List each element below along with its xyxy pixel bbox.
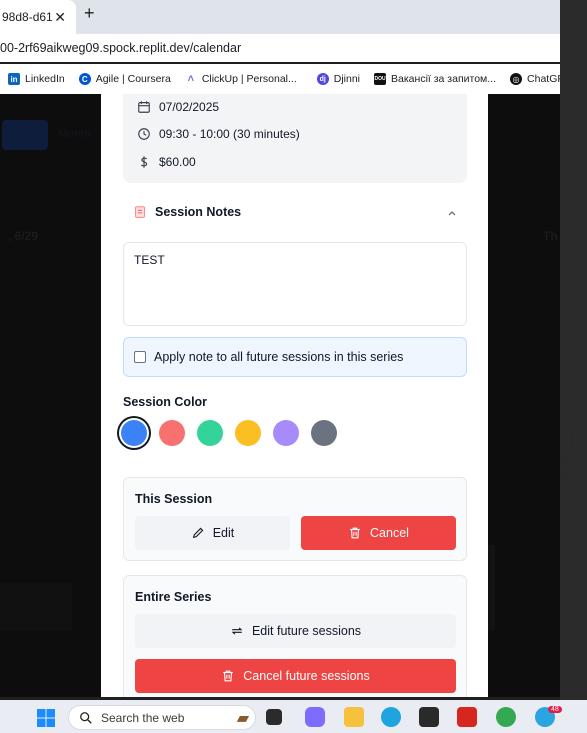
color-swatch-blue[interactable] bbox=[121, 420, 147, 446]
clickup-icon: ˄ bbox=[184, 73, 197, 85]
taskbar-search-placeholder: Search the web bbox=[101, 710, 185, 725]
background-today-button bbox=[2, 120, 48, 150]
entire-series-title: Entire Series bbox=[135, 590, 212, 604]
browser-tab-bar: 98d8-d61 ✕ + bbox=[0, 0, 587, 34]
session-details-modal: 07/02/2025 09:30 - 10:00 (30 minutes) $6… bbox=[101, 94, 488, 697]
background-block bbox=[487, 545, 495, 630]
color-swatches bbox=[121, 420, 337, 446]
color-swatch-green[interactable] bbox=[197, 420, 223, 446]
url-text: 00-2rf69aikweg09.spock.replit.dev/calend… bbox=[0, 41, 242, 55]
session-price-row: $60.00 bbox=[137, 155, 196, 169]
tab-title: 98d8-d61 bbox=[2, 10, 53, 24]
bookmark-coursera[interactable]: C Agile | Coursera bbox=[78, 73, 171, 85]
djinni-icon: dj bbox=[316, 73, 329, 85]
apply-note-label: Apply note to all future sessions in thi… bbox=[154, 350, 404, 364]
edit-session-button[interactable]: Edit bbox=[135, 516, 290, 550]
background-date-header: , 6/29 bbox=[8, 229, 39, 243]
cancel-session-button[interactable]: Cancel bbox=[301, 516, 456, 550]
bookmark-djinni[interactable]: dj Djinni bbox=[316, 73, 360, 85]
pdf-reader-icon[interactable] bbox=[457, 707, 477, 727]
calendar-icon bbox=[138, 101, 150, 113]
session-notes-title: Session Notes bbox=[155, 205, 242, 219]
notification-badge: 48 bbox=[548, 706, 562, 713]
pencil-icon bbox=[192, 527, 204, 539]
background-day-header: Th bbox=[543, 229, 558, 243]
tab-close-icon[interactable]: ✕ bbox=[54, 9, 66, 26]
terminal-icon[interactable] bbox=[419, 707, 439, 727]
session-notes-header[interactable]: Session Notes bbox=[133, 205, 241, 219]
bookmarks-bar: in LinkedIn C Agile | Coursera ˄ ClickUp… bbox=[0, 64, 560, 94]
clock-icon bbox=[138, 128, 150, 140]
chrome-icon[interactable] bbox=[496, 707, 516, 727]
background-text-2: sm bbox=[560, 462, 584, 482]
windows-start-icon[interactable] bbox=[37, 709, 55, 727]
bookmark-clickup[interactable]: ˄ ClickUp | Personal... bbox=[184, 73, 297, 85]
session-price: $60.00 bbox=[159, 155, 196, 169]
this-session-section: This Session Edit Cancel bbox=[123, 477, 467, 561]
background-block-2 bbox=[0, 583, 72, 631]
chevron-up-icon[interactable] bbox=[446, 207, 458, 219]
background-month-button: Month bbox=[58, 128, 91, 140]
bookmark-chatgpt[interactable]: ◎ ChatGP bbox=[510, 73, 560, 85]
browser-tab[interactable]: 98d8-d61 ✕ bbox=[0, 0, 76, 34]
file-explorer-icon[interactable] bbox=[344, 707, 364, 727]
apply-note-future-checkbox-row[interactable]: Apply note to all future sessions in thi… bbox=[123, 337, 467, 377]
new-tab-button[interactable]: + bbox=[84, 3, 95, 24]
this-session-title: This Session bbox=[135, 492, 213, 506]
dou-icon: DOU bbox=[374, 73, 387, 85]
edge-icon[interactable] bbox=[381, 707, 401, 727]
session-color-label: Session Color bbox=[123, 395, 208, 409]
session-notes-input[interactable]: TEST bbox=[123, 242, 467, 326]
trash-icon bbox=[350, 527, 360, 539]
trash-icon bbox=[223, 670, 234, 682]
entire-series-section: Entire Series Edit future sessions Cance… bbox=[123, 575, 467, 697]
coursera-icon: C bbox=[78, 73, 91, 85]
bookmark-linkedin[interactable]: in LinkedIn bbox=[8, 73, 65, 85]
chatgpt-icon: ◎ bbox=[510, 73, 523, 85]
search-icon bbox=[80, 711, 92, 724]
task-view-icon[interactable] bbox=[266, 709, 282, 725]
color-swatch-gray[interactable] bbox=[311, 420, 337, 446]
copilot-icon[interactable] bbox=[305, 707, 325, 727]
color-swatch-yellow[interactable] bbox=[235, 420, 261, 446]
color-swatch-red[interactable] bbox=[159, 420, 185, 446]
notes-icon bbox=[135, 206, 145, 218]
dollar-icon bbox=[140, 156, 148, 168]
bookmark-dou[interactable]: DOU Вакансії за запитом... bbox=[374, 73, 496, 85]
side-panel-edge bbox=[560, 0, 587, 700]
address-bar[interactable]: 00-2rf69aikweg09.spock.replit.dev/calend… bbox=[0, 34, 560, 62]
session-details-card: 07/02/2025 09:30 - 10:00 (30 minutes) $6… bbox=[123, 94, 467, 183]
bison-widget-icon: ▰ bbox=[236, 709, 249, 727]
cancel-future-sessions-button[interactable]: Cancel future sessions bbox=[135, 659, 456, 693]
edit-future-sessions-button[interactable]: Edit future sessions bbox=[135, 614, 456, 648]
color-swatch-purple[interactable] bbox=[273, 420, 299, 446]
linkedin-icon: in bbox=[8, 73, 20, 85]
session-date-row: 07/02/2025 bbox=[137, 100, 219, 114]
session-date: 07/02/2025 bbox=[159, 100, 220, 114]
apply-note-checkbox[interactable] bbox=[134, 351, 146, 363]
session-time: 09:30 - 10:00 (30 minutes) bbox=[159, 127, 300, 141]
session-time-row: 09:30 - 10:00 (30 minutes) bbox=[137, 127, 300, 141]
repeat-icon bbox=[231, 627, 243, 635]
taskbar-search[interactable]: Search the web ▰ bbox=[68, 705, 256, 730]
